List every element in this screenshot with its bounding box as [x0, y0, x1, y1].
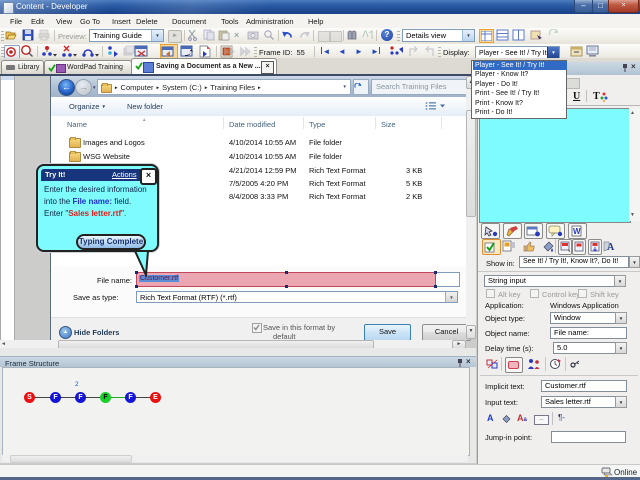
svg-text:W: W: [573, 227, 581, 236]
svg-text:A: A: [607, 242, 615, 252]
